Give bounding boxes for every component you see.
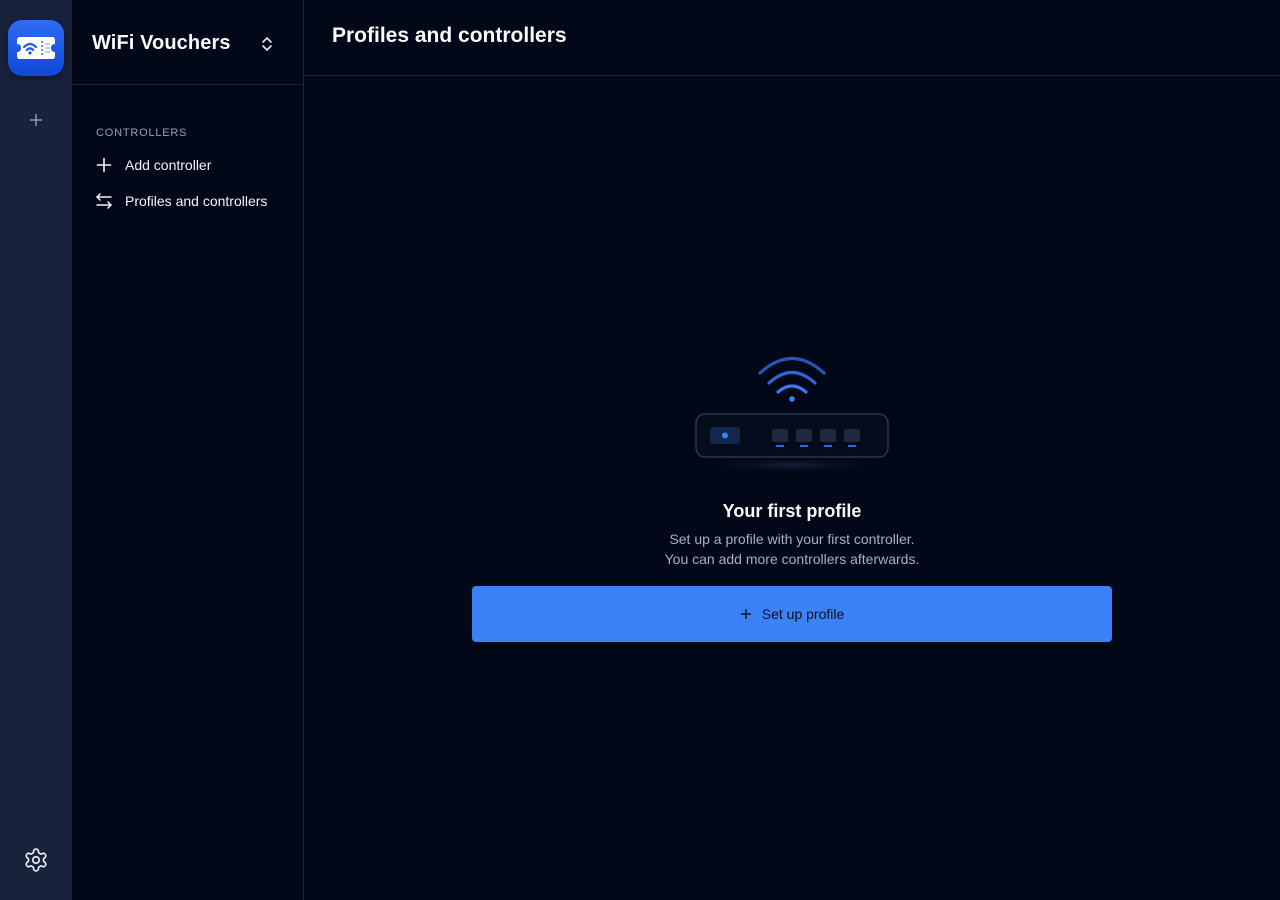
- gear-icon: [25, 848, 47, 872]
- workspace-name: WiFi Vouchers: [92, 32, 231, 54]
- chevron-up-down-icon: [262, 37, 272, 51]
- add-workspace-button[interactable]: [24, 108, 48, 132]
- sidebar-item-add-controller[interactable]: Add controller: [94, 152, 294, 178]
- workspace-switcher[interactable]: WiFi Vouchers: [72, 0, 303, 85]
- set-up-profile-button[interactable]: Set up profile: [472, 586, 1112, 642]
- sidebar: WiFi Vouchers CONTROLLERS Add controller…: [72, 0, 304, 900]
- page-header: Profiles and controllers: [304, 0, 1280, 76]
- empty-state-description: Set up a profile with your first control…: [669, 531, 915, 547]
- plus-icon: [740, 608, 752, 620]
- sidebar-item-profiles-and-controllers[interactable]: Profiles and controllers: [94, 188, 294, 214]
- wifi-ticket-icon[interactable]: [8, 20, 64, 76]
- sidebar-item-label: Profiles and controllers: [125, 193, 268, 209]
- plus-icon: [94, 155, 114, 175]
- empty-state-title: Your first profile: [722, 501, 862, 521]
- page-title: Profiles and controllers: [332, 24, 567, 47]
- arrows-swap-icon: [94, 191, 114, 211]
- sidebar-item-label: Add controller: [125, 157, 212, 173]
- settings-button[interactable]: [22, 846, 50, 874]
- app-rail: [0, 0, 72, 900]
- router-wifi-icon: [694, 357, 890, 473]
- empty-state: Your first profile Set up a profile with…: [304, 76, 1280, 900]
- plus-icon: [30, 114, 42, 126]
- section-label-controllers: CONTROLLERS: [96, 127, 188, 139]
- set-up-profile-label: Set up profile: [761, 606, 845, 622]
- empty-state-description: You can add more controllers afterwards.: [664, 551, 920, 567]
